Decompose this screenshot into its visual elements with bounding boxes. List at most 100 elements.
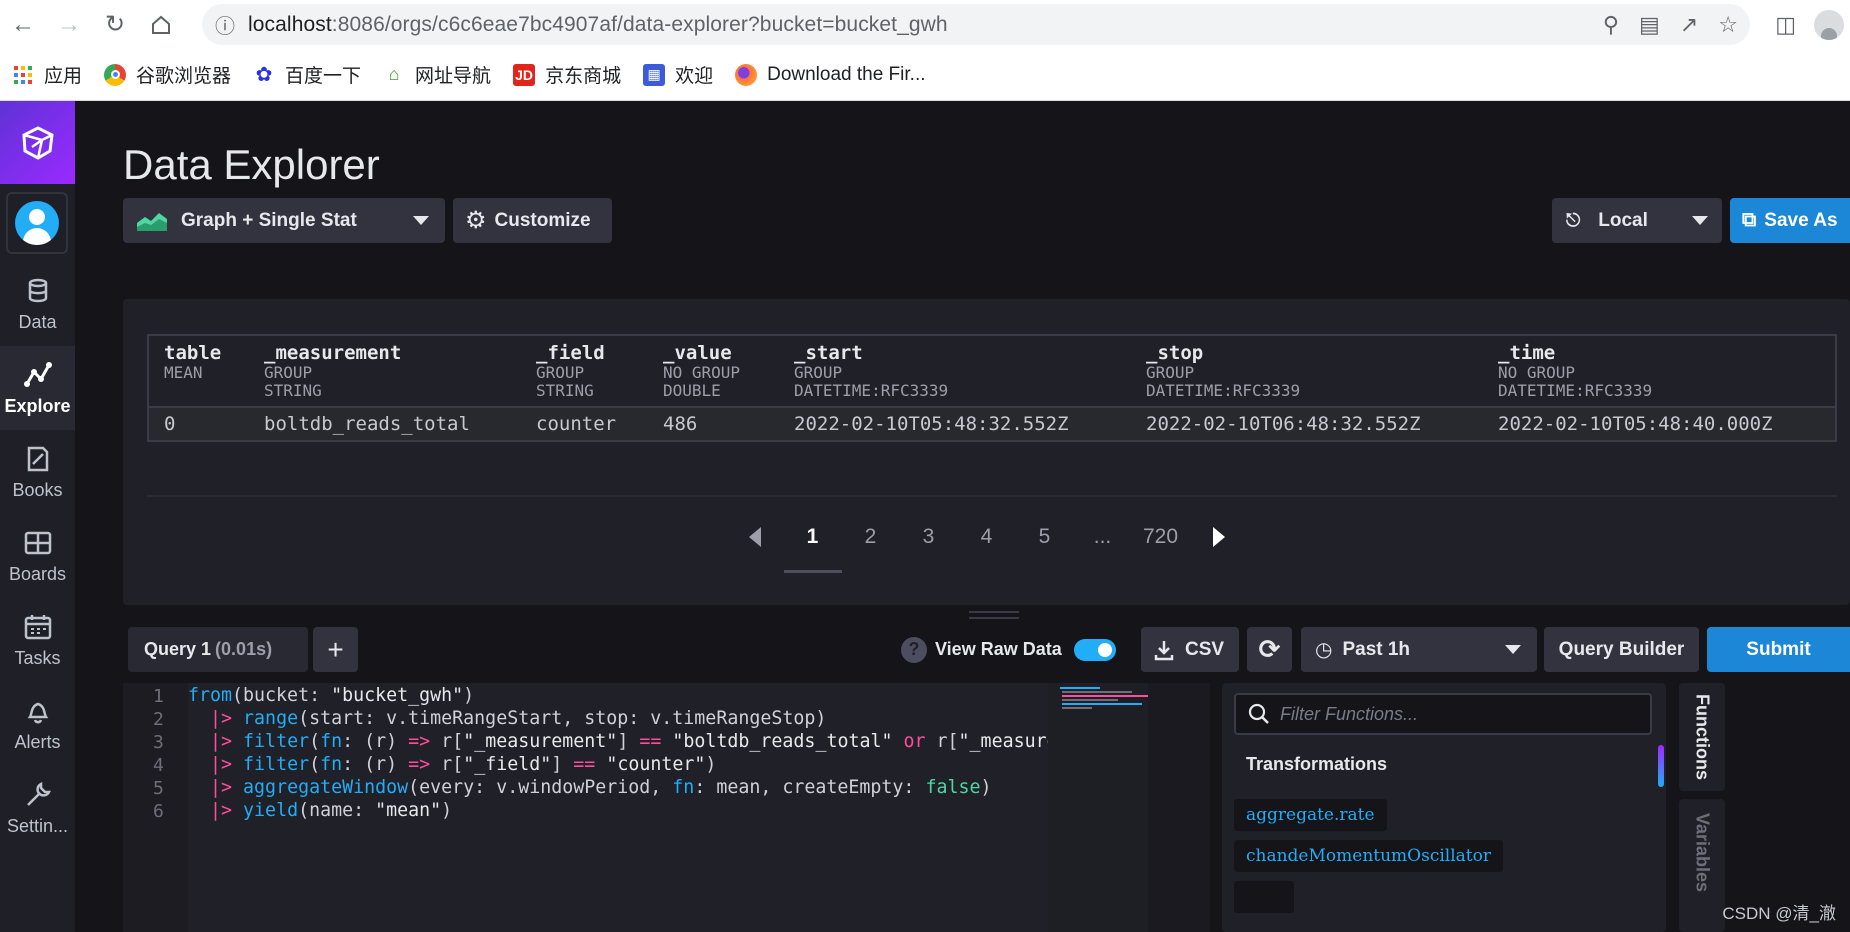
add-query-button[interactable]: +: [313, 627, 358, 672]
graph-type-dropdown[interactable]: Graph + Single Stat: [123, 198, 445, 243]
translate-icon[interactable]: ▤: [1639, 12, 1660, 38]
gear-icon: ⚙: [465, 207, 487, 234]
chevron-down-icon: [1692, 216, 1708, 225]
chrome-icon: [104, 63, 127, 86]
page-button[interactable]: 2: [842, 517, 900, 557]
page-button[interactable]: 1: [783, 517, 842, 573]
page-ellipsis: ...: [1093, 525, 1112, 548]
bookmark-apps[interactable]: 应用: [12, 61, 82, 88]
flux-editor[interactable]: 1 2 3 4 5 6 from(bucket: "bucket_gwh") |…: [123, 683, 1210, 932]
column-header[interactable]: _value NO GROUP DOUBLE: [663, 336, 740, 400]
bookmark-welcome[interactable]: ▦ 欢迎: [643, 61, 713, 88]
wrench-icon: [26, 781, 51, 806]
table-cell: 2022-02-10T06:48:32.552Z: [1146, 413, 1421, 435]
firefox-icon: [735, 63, 758, 86]
star-icon[interactable]: ☆: [1718, 12, 1738, 38]
panel-resize-handle[interactable]: [969, 611, 1019, 619]
forward-arrow-icon[interactable]: →: [46, 0, 92, 49]
query-tab[interactable]: Query 1 (0.01s): [128, 627, 308, 672]
save-as-button[interactable]: ⧉ Save As: [1730, 198, 1850, 243]
timezone-dropdown[interactable]: ⎋ Local: [1552, 198, 1722, 243]
code-line: |> aggregateWindow(every: v.windowPeriod…: [210, 777, 992, 798]
page-button[interactable]: 4: [958, 517, 1016, 557]
code-line: from(bucket: "bucket_gwh"): [188, 685, 475, 706]
chevron-down-icon: [413, 216, 429, 225]
share-icon[interactable]: ↗: [1680, 12, 1698, 38]
toggle-switch[interactable]: [1073, 638, 1116, 661]
key-icon[interactable]: ⚲: [1603, 12, 1619, 38]
graph-type-icon: [137, 212, 167, 231]
column-header[interactable]: _time NO GROUP DATETIME:RFC3339: [1498, 336, 1652, 400]
prev-page-button[interactable]: [726, 527, 784, 547]
bookmark-firefox[interactable]: Download the Fir...: [735, 63, 926, 86]
function-item[interactable]: [1234, 881, 1294, 913]
tab-functions[interactable]: Functions: [1679, 683, 1725, 791]
calendar-icon: [24, 614, 51, 639]
line-number: 3: [153, 732, 164, 753]
user-avatar[interactable]: [6, 192, 68, 254]
bookmark-jd[interactable]: JD 京东商城: [513, 61, 621, 88]
page-button[interactable]: 5: [1016, 517, 1074, 557]
functions-category-heading: Transformations: [1246, 754, 1388, 774]
bookmark-2345[interactable]: ⌂ 网址导航: [383, 61, 491, 88]
welcome-icon: ▦: [643, 63, 666, 86]
column-header[interactable]: table MEAN: [164, 336, 221, 382]
column-header[interactable]: _measurement GROUP STRING: [264, 336, 401, 400]
sidebar-item-boards[interactable]: Boards: [0, 514, 75, 598]
filter-functions-input[interactable]: Filter Functions...: [1234, 693, 1652, 735]
sidebar-item-settings[interactable]: Settin...: [0, 766, 75, 850]
graph-icon: [23, 361, 52, 387]
dashboard-grid-icon: [24, 531, 51, 554]
bookmark-baidu[interactable]: ✿ 百度一下: [253, 61, 361, 88]
column-header[interactable]: _start GROUP DATETIME:RFC3339: [794, 336, 948, 400]
bookmarks-bar: 应用 谷歌浏览器 ✿ 百度一下 ⌂ 网址导航 JD 京东商城 ▦ 欢迎 Down…: [0, 49, 1850, 101]
table-cell: counter: [536, 413, 617, 435]
search-icon: [1248, 703, 1269, 724]
address-bar[interactable]: ⓘ localhost:8086/orgs/c6c6eae7bc4907af/d…: [202, 4, 1750, 45]
scrollbar[interactable]: [1658, 745, 1664, 787]
profile-avatar[interactable]: [1814, 9, 1844, 40]
home-icon[interactable]: [138, 0, 184, 49]
url-text[interactable]: localhost:8086/orgs/c6c6eae7bc4907af/dat…: [248, 13, 948, 37]
help-icon[interactable]: ?: [901, 636, 927, 663]
sidebar-item-books[interactable]: Books: [0, 430, 75, 514]
watermark: CSDN @清_澈: [1722, 904, 1836, 923]
refresh-button[interactable]: ⟳: [1247, 627, 1292, 672]
site-info-icon[interactable]: ⓘ: [202, 10, 248, 39]
sidebar-item-alerts[interactable]: Alerts: [0, 682, 75, 766]
code-area[interactable]: from(bucket: "bucket_gwh") |> range(star…: [188, 683, 1048, 932]
database-icon: [28, 278, 47, 302]
back-arrow-icon[interactable]: ←: [0, 0, 46, 49]
influxdb-logo[interactable]: [0, 101, 75, 184]
side-panel-icon[interactable]: ◫: [1775, 12, 1796, 38]
functions-panel: Filter Functions... Transformations aggr…: [1222, 683, 1666, 932]
csv-button[interactable]: CSV: [1141, 627, 1239, 672]
function-item[interactable]: chandeMomentumOscillator: [1234, 840, 1503, 872]
query-builder-button[interactable]: Query Builder: [1544, 627, 1699, 672]
clock-icon: ◷: [1315, 639, 1333, 661]
column-header[interactable]: _field GROUP STRING: [536, 336, 605, 400]
customize-button[interactable]: ⚙ Customize: [453, 198, 612, 243]
sidebar-item-tasks[interactable]: Tasks: [0, 598, 75, 682]
sidebar-item-explore[interactable]: Explore: [0, 346, 75, 430]
column-header[interactable]: _stop GROUP DATETIME:RFC3339: [1146, 336, 1300, 400]
code-line: |> range(start: v.timeRangeStart, stop: …: [210, 708, 827, 729]
page-button[interactable]: 3: [900, 517, 958, 557]
line-number: 1: [153, 686, 164, 707]
time-range-dropdown[interactable]: ◷ Past 1h: [1301, 627, 1537, 672]
view-raw-data-toggle[interactable]: ? View Raw Data: [901, 627, 1116, 672]
sidebar-item-data[interactable]: Data: [0, 262, 75, 346]
submit-button[interactable]: Submit: [1707, 627, 1850, 672]
table-cell: 0: [164, 413, 176, 435]
function-item[interactable]: aggregate.rate: [1234, 799, 1387, 831]
export-icon: ⧉: [1742, 209, 1757, 231]
bookmark-chrome[interactable]: 谷歌浏览器: [104, 61, 231, 88]
code-line: |> filter(fn: (r) => r["_field"] == "cou…: [210, 754, 717, 775]
tab-variables[interactable]: Variables: [1679, 799, 1725, 932]
code-minimap[interactable]: [1048, 683, 1148, 932]
chevron-left-icon: [748, 527, 761, 547]
page-button[interactable]: 720: [1132, 517, 1190, 557]
influx-cube-icon: [21, 125, 54, 160]
reload-icon[interactable]: ↻: [92, 0, 138, 49]
next-page-button[interactable]: [1190, 527, 1248, 547]
